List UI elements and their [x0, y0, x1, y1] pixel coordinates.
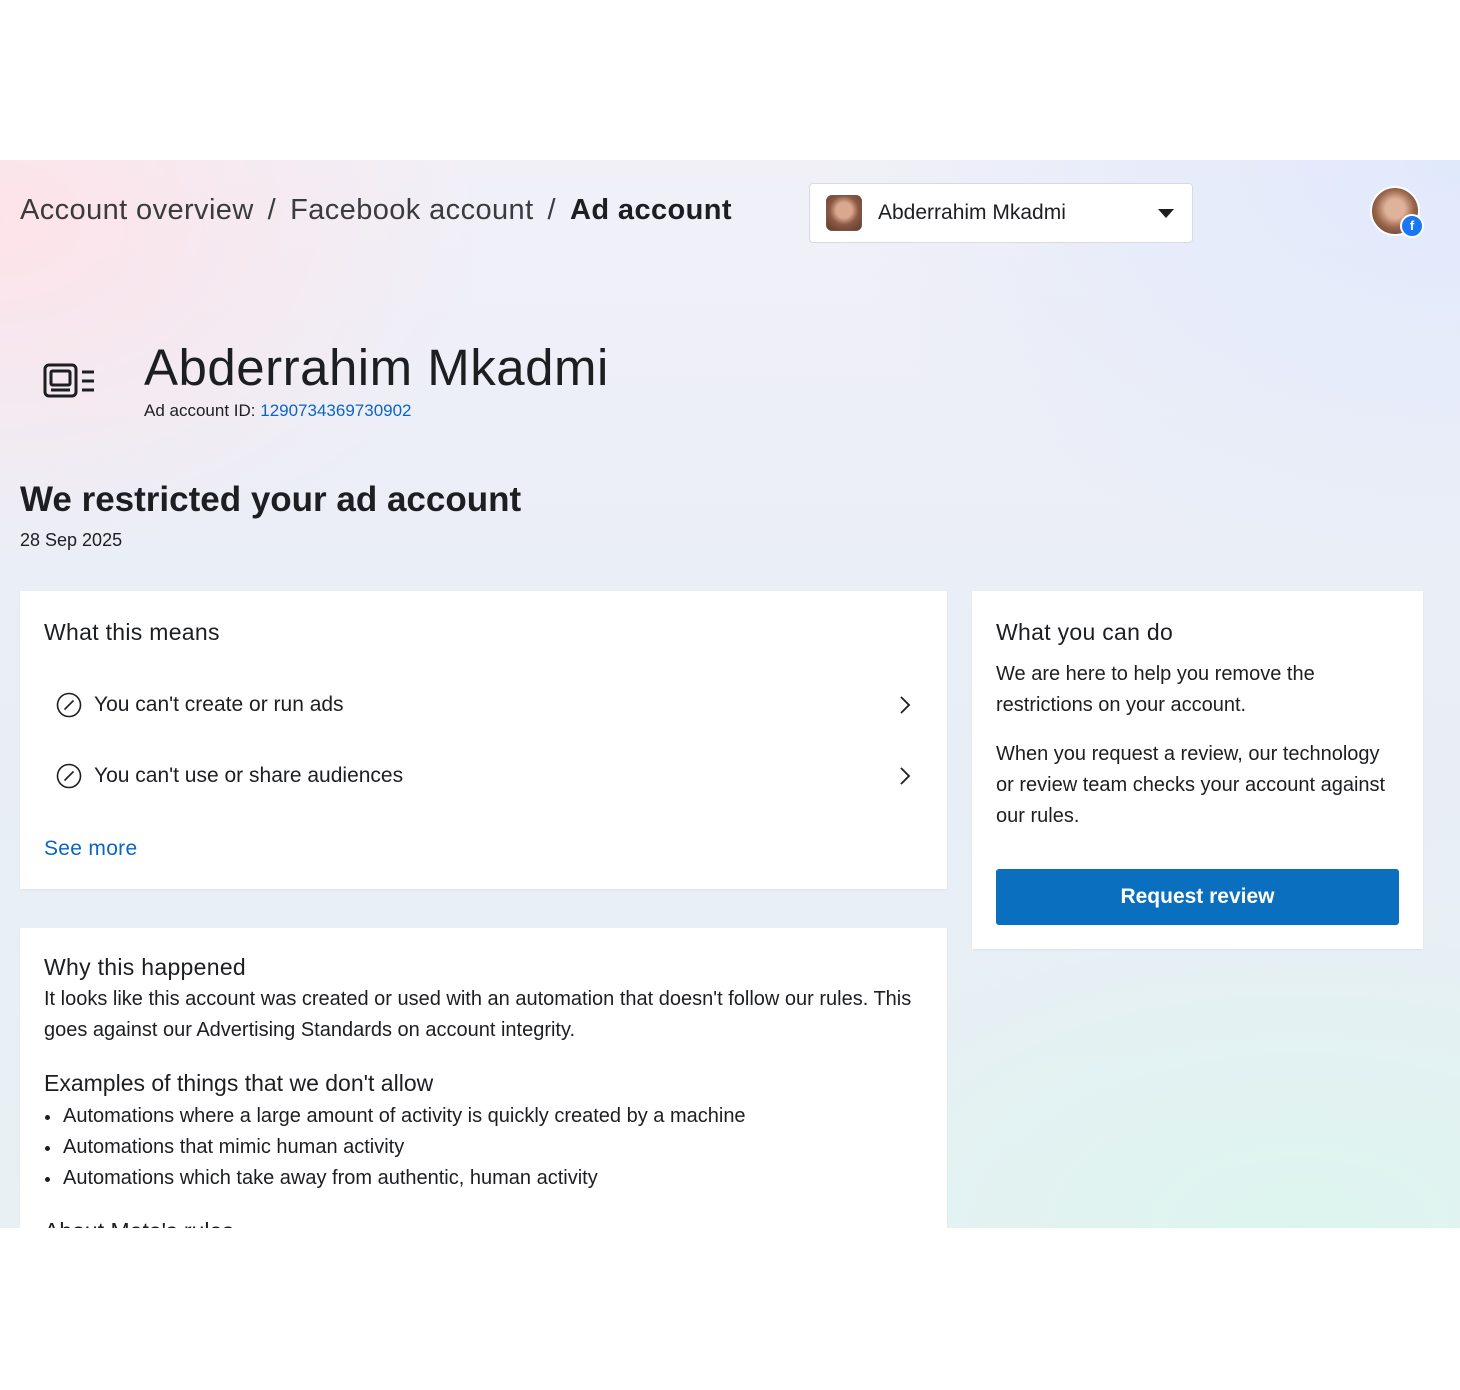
- page-frame: Account overview / Facebook account / Ad…: [0, 160, 1460, 1228]
- what-you-can-do-card: What you can do We are here to help you …: [972, 591, 1423, 949]
- review-paragraph: When you request a review, our technolog…: [996, 743, 1386, 827]
- what-this-means-card: What this means You can't create or run …: [20, 591, 947, 889]
- what-you-can-do-title: What you can do: [996, 619, 1174, 645]
- account-id: Ad account ID: 1290734369730902: [144, 401, 412, 421]
- request-review-button[interactable]: Request review: [996, 869, 1399, 925]
- account-id-value[interactable]: 1290734369730902: [260, 401, 411, 420]
- why-this-happened-title: Why this happened: [44, 954, 247, 980]
- breadcrumb: Account overview / Facebook account / Ad…: [20, 194, 732, 227]
- account-selector-dropdown[interactable]: Abderrahim Mkadmi: [809, 183, 1193, 243]
- about-rules-title: About Meta's rules: [44, 1218, 234, 1228]
- account-name: Abderrahim Mkadmi: [144, 339, 609, 396]
- restriction-item-label: You can't use or share audiences: [94, 764, 404, 787]
- restriction-title: We restricted your ad account: [20, 480, 522, 519]
- examples-list: Automations where a large amount of acti…: [44, 1101, 746, 1194]
- chevron-right-icon: [900, 767, 911, 785]
- account-id-label: Ad account ID:: [144, 401, 261, 420]
- restriction-date: 28 Sep 2025: [20, 530, 123, 550]
- ad-account-icon: [43, 363, 94, 398]
- account-selector-value: Abderrahim Mkadmi: [878, 201, 1066, 224]
- examples-title: Examples of things that we don't allow: [44, 1070, 434, 1096]
- breadcrumb-account-overview[interactable]: Account overview: [20, 194, 254, 227]
- why-this-happened-card: Why this happened It looks like this acc…: [20, 928, 947, 1228]
- breadcrumb-ad-account: Ad account: [570, 194, 732, 226]
- profile-avatar[interactable]: f: [1370, 186, 1424, 238]
- ban-icon: [56, 763, 82, 789]
- see-more-link[interactable]: See more: [44, 837, 137, 861]
- breadcrumb-facebook-account[interactable]: Facebook account: [290, 194, 533, 227]
- restriction-item-create-ads[interactable]: You can't create or run ads: [56, 683, 912, 727]
- breadcrumb-separator: /: [547, 194, 556, 226]
- list-item: Automations that mimic human activity: [44, 1132, 746, 1163]
- why-this-happened-body: It looks like this account was created o…: [44, 988, 912, 1041]
- ban-icon: [56, 692, 82, 718]
- list-item: Automations where a large amount of acti…: [44, 1101, 746, 1132]
- breadcrumb-separator: /: [267, 194, 277, 226]
- help-paragraph: We are here to help you remove the restr…: [996, 663, 1315, 716]
- caret-down-icon: [1158, 208, 1174, 218]
- account-avatar: [826, 195, 862, 231]
- facebook-badge-icon: f: [1400, 214, 1424, 238]
- chevron-right-icon: [900, 696, 911, 714]
- what-this-means-title: What this means: [44, 619, 220, 645]
- restriction-item-label: You can't create or run ads: [94, 693, 344, 716]
- list-item: Automations which take away from authent…: [44, 1163, 746, 1194]
- restriction-item-audiences[interactable]: You can't use or share audiences: [56, 754, 912, 798]
